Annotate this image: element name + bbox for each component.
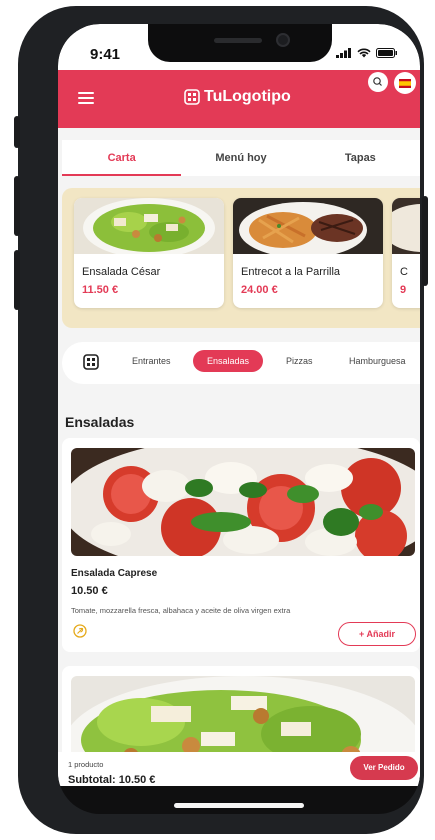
featured-name: C: [400, 266, 408, 278]
category-ensaladas[interactable]: Ensaladas: [193, 350, 264, 372]
vegetarian-icon: [73, 624, 87, 638]
search-icon: [373, 77, 382, 86]
featured-card[interactable]: Ensalada César 11.50 €: [74, 198, 224, 308]
status-icons: [336, 48, 398, 58]
phone-frame: 9:41 TuLogotipo Carta Menú hoy Tapas Ens…: [14, 6, 428, 834]
search-button[interactable]: [368, 72, 388, 92]
speaker: [214, 38, 262, 43]
power-button: [422, 196, 428, 286]
wifi-icon: [357, 48, 371, 58]
brand-name: TuLogotipo: [204, 88, 291, 105]
app-header: TuLogotipo: [58, 70, 420, 128]
brand-logo: TuLogotipo: [184, 88, 291, 106]
featured-card[interactable]: C 9: [392, 198, 420, 308]
home-indicator[interactable]: [174, 803, 304, 808]
camera: [276, 33, 290, 47]
volume-down-button: [14, 250, 20, 310]
order-subtotal: Subtotal: 10.50 €: [68, 774, 156, 786]
view-order-button[interactable]: Ver Pedido: [350, 756, 418, 780]
item-description: Tomate, mozzarella fresca, albahaca y ac…: [71, 606, 291, 615]
categories-grid-icon[interactable]: [83, 354, 99, 370]
caesar-salad-image: [74, 198, 224, 258]
item-name: Ensalada Caprese: [71, 568, 158, 579]
featured-name: Entrecot a la Parrilla: [241, 266, 341, 278]
order-summary-bar: 1 producto Subtotal: 10.50 € Ver Pedido: [58, 752, 420, 786]
menu-item-card[interactable]: Ensalada Caprese 10.50 € Tomate, mozzare…: [62, 438, 420, 652]
featured-price: 24.00 €: [241, 284, 278, 296]
notch: [148, 24, 332, 62]
screen: 9:41 TuLogotipo Carta Menú hoy Tapas Ens…: [58, 24, 420, 814]
mute-button: [14, 116, 20, 148]
add-to-cart-button[interactable]: + Añadir: [338, 622, 416, 646]
category-entrantes[interactable]: Entrantes: [132, 356, 171, 366]
menu-icon[interactable]: [78, 92, 94, 104]
category-hamburguesa[interactable]: Hamburguesa: [349, 356, 406, 366]
order-count: 1 producto: [68, 760, 104, 769]
category-pizzas[interactable]: Pizzas: [286, 356, 313, 366]
section-title: Ensaladas: [65, 414, 135, 430]
featured-dish-image: [392, 198, 420, 254]
featured-name: Ensalada César: [82, 266, 161, 278]
category-bar: Entrantes Ensaladas Pizzas Hamburguesa: [62, 342, 420, 384]
signal-icon: [336, 48, 351, 58]
logo-grid-icon: [184, 89, 200, 105]
battery-icon: [376, 48, 397, 58]
caprese-salad-image: [71, 448, 415, 556]
menu-tabs: Carta Menú hoy Tapas: [62, 140, 420, 176]
entrecot-image: [233, 198, 383, 258]
featured-price: 11.50 €: [82, 284, 119, 296]
spain-flag-icon: [399, 78, 411, 88]
featured-card[interactable]: Entrecot a la Parrilla 24.00 €: [233, 198, 383, 308]
featured-carousel: Ensalada César 11.50 € Entrecot a la Par…: [62, 188, 420, 328]
status-time: 9:41: [90, 46, 121, 63]
tab-tapas[interactable]: Tapas: [301, 140, 420, 176]
tab-menu-hoy[interactable]: Menú hoy: [181, 140, 300, 176]
tab-carta[interactable]: Carta: [62, 140, 182, 176]
featured-price: 9: [400, 284, 407, 296]
item-price: 10.50 €: [71, 585, 108, 597]
language-button[interactable]: [394, 72, 416, 94]
volume-up-button: [14, 176, 20, 236]
app-content: TuLogotipo Carta Menú hoy Tapas Ensalada…: [58, 70, 420, 786]
